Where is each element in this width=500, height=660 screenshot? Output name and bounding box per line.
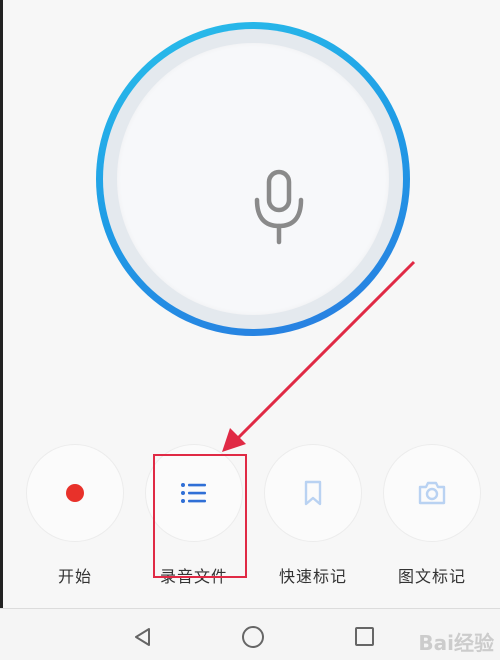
quick-mark-label: 快速标记 xyxy=(278,567,347,586)
bookmark-icon xyxy=(304,480,322,506)
triangle-back-icon[interactable] xyxy=(132,626,154,648)
start-record-action[interactable]: 开始 xyxy=(26,445,124,587)
record-dial-ring xyxy=(103,29,403,329)
quick-mark-action[interactable]: 快速标记 xyxy=(264,445,362,587)
screen-edge xyxy=(0,0,3,660)
annotation-highlight-box xyxy=(153,454,247,578)
record-dial-face[interactable] xyxy=(117,43,389,315)
photo-mark-label: 图文标记 xyxy=(397,567,466,586)
watermark: Bai经验 xyxy=(418,631,494,655)
camera-icon xyxy=(418,481,446,505)
circle-home-icon[interactable] xyxy=(242,626,264,648)
record-dial[interactable] xyxy=(96,22,410,336)
microphone-icon xyxy=(254,169,304,245)
square-recents-icon[interactable] xyxy=(355,627,374,646)
photo-mark-button[interactable] xyxy=(384,445,480,541)
quick-mark-button[interactable] xyxy=(265,445,361,541)
record-dot-icon xyxy=(66,484,84,502)
start-record-label: 开始 xyxy=(57,567,92,586)
photo-mark-action[interactable]: 图文标记 xyxy=(383,445,481,587)
start-record-button[interactable] xyxy=(27,445,123,541)
